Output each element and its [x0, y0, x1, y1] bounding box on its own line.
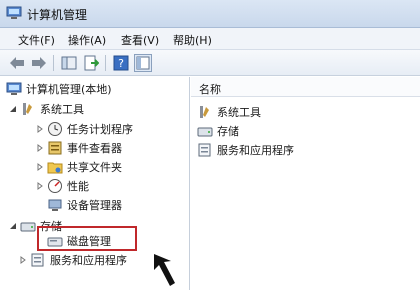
- collapsed-arrow-icon[interactable]: [35, 163, 44, 172]
- menu-bar: 文件(F) 操作(A) 查看(V) 帮助(H): [0, 28, 420, 50]
- tree-item-label: 共享文件夹: [67, 161, 122, 174]
- tools-icon: [197, 104, 213, 120]
- collapsed-arrow-icon[interactable]: [18, 256, 27, 265]
- list-item[interactable]: 服务和应用程序: [197, 141, 294, 159]
- export-icon: [84, 55, 99, 71]
- storage-icon: [197, 123, 213, 139]
- computer-management-icon: [6, 6, 22, 20]
- clock-icon: [47, 121, 63, 137]
- highlight-box: [37, 226, 137, 251]
- menu-action[interactable]: 操作(A): [68, 32, 106, 48]
- forward-button[interactable]: [30, 54, 48, 72]
- window-title: 计算机管理: [27, 8, 88, 22]
- computer-management-icon: [6, 81, 22, 97]
- tree-item-device-manager[interactable]: 设备管理器: [47, 196, 122, 214]
- console-tree-icon: [61, 56, 77, 70]
- performance-icon: [47, 178, 63, 194]
- pane-toggle-icon: [136, 56, 150, 70]
- tree-item-label: 计算机管理(本地): [26, 83, 112, 96]
- collapsed-arrow-icon[interactable]: [35, 144, 44, 153]
- services-icon: [30, 252, 46, 268]
- toolbar-separator: [105, 55, 106, 71]
- tree-item-services-apps[interactable]: 服务和应用程序: [18, 251, 127, 269]
- tree-item-event-viewer[interactable]: 事件查看器: [35, 139, 122, 157]
- tree-item-system-tools[interactable]: 系统工具: [8, 100, 84, 118]
- tree-item-root[interactable]: 计算机管理(本地): [6, 80, 112, 98]
- export-list-button[interactable]: [82, 54, 100, 72]
- toolbar: ?: [0, 50, 420, 76]
- back-button[interactable]: [8, 54, 26, 72]
- device-manager-icon: [47, 197, 63, 213]
- tree-item-label: 事件查看器: [67, 142, 122, 155]
- collapsed-arrow-icon[interactable]: [35, 182, 44, 191]
- column-header-name[interactable]: 名称: [191, 77, 420, 97]
- menu-help[interactable]: 帮助(H): [173, 32, 212, 48]
- svg-text:?: ?: [118, 57, 124, 70]
- tree-item-label: 性能: [67, 180, 89, 193]
- toolbar-separator: [53, 55, 54, 71]
- expanded-arrow-icon[interactable]: [8, 105, 17, 114]
- tools-icon: [20, 101, 36, 117]
- tree-item-shared-folders[interactable]: 共享文件夹: [35, 158, 122, 176]
- menu-file[interactable]: 文件(F): [18, 32, 55, 48]
- shared-folder-icon: [47, 159, 63, 175]
- help-icon: ?: [113, 55, 129, 71]
- list-item[interactable]: 存储: [197, 122, 239, 140]
- details-pane: 名称 系统工具 存储 服务和应用程序: [191, 77, 420, 290]
- expanded-arrow-icon[interactable]: [8, 222, 17, 231]
- annotation-arrow-icon: [154, 254, 175, 286]
- column-header-label: 名称: [199, 83, 221, 96]
- tree-item-label: 系统工具: [40, 103, 84, 116]
- back-arrow-icon: [10, 57, 24, 69]
- help-button[interactable]: ?: [112, 54, 130, 72]
- list-item-label: 系统工具: [217, 106, 261, 119]
- show-hide-tree-button[interactable]: [134, 54, 152, 72]
- tree-item-performance[interactable]: 性能: [35, 177, 89, 195]
- menu-view[interactable]: 查看(V): [121, 32, 159, 48]
- list-item[interactable]: 系统工具: [197, 103, 261, 121]
- storage-icon: [20, 218, 36, 234]
- title-bar: 计算机管理: [0, 0, 420, 28]
- services-icon: [197, 142, 213, 158]
- collapsed-arrow-icon[interactable]: [35, 125, 44, 134]
- list-item-label: 服务和应用程序: [217, 144, 294, 157]
- up-level-button[interactable]: [60, 54, 78, 72]
- tree-item-task-scheduler[interactable]: 任务计划程序: [35, 120, 133, 138]
- event-viewer-icon: [47, 140, 63, 156]
- tree-item-label: 任务计划程序: [67, 123, 133, 136]
- tree-item-label: 服务和应用程序: [50, 254, 127, 267]
- tree-item-label: 设备管理器: [67, 199, 122, 212]
- forward-arrow-icon: [32, 57, 46, 69]
- list-item-label: 存储: [217, 125, 239, 138]
